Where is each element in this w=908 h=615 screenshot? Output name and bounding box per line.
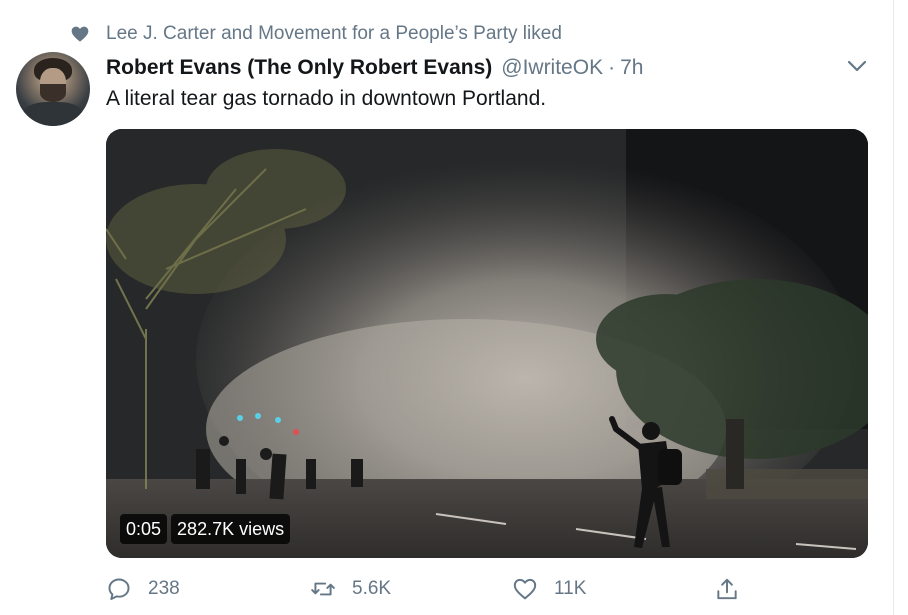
reply-button[interactable]: 238 — [106, 573, 180, 605]
chevron-down-icon[interactable] — [846, 58, 868, 74]
reply-count: 238 — [148, 578, 180, 599]
reply-icon — [108, 578, 130, 600]
tweet-timestamp[interactable]: 7h — [620, 56, 643, 80]
tweet-actions: 238 5.6K 11K — [106, 573, 756, 605]
retweet-icon — [311, 582, 335, 596]
social-context: Lee J. Carter and Movement for a People’… — [70, 22, 562, 46]
heart-icon — [71, 26, 89, 42]
video-player[interactable]: 0:05 282.7K views — [106, 129, 868, 558]
header-separator: · — [608, 56, 616, 79]
tweet-text: A literal tear gas tornado in downtown P… — [106, 87, 547, 110]
video-info: 0:05 282.7K views — [120, 514, 291, 544]
video-views: 282.7K views — [171, 514, 291, 544]
share-button[interactable] — [714, 573, 740, 605]
retweet-button[interactable]: 5.6K — [310, 573, 391, 605]
social-context-text[interactable]: Lee J. Carter and Movement for a People’… — [106, 23, 562, 45]
like-heart-icon — [513, 578, 537, 600]
video-frame — [106, 129, 868, 558]
share-icon — [717, 578, 737, 600]
tweet-header: Robert Evans (The Only Robert Evans) @Iw… — [106, 54, 643, 82]
like-button[interactable]: 11K — [512, 573, 586, 605]
video-duration: 0:05 — [120, 514, 168, 544]
avatar[interactable] — [16, 52, 90, 126]
tweet-card[interactable]: Lee J. Carter and Movement for a People’… — [0, 0, 894, 615]
author-handle[interactable]: @IwriteOK — [501, 56, 603, 80]
like-count: 11K — [554, 578, 587, 599]
retweet-count: 5.6K — [352, 578, 392, 599]
author-name[interactable]: Robert Evans (The Only Robert Evans) — [106, 56, 492, 80]
